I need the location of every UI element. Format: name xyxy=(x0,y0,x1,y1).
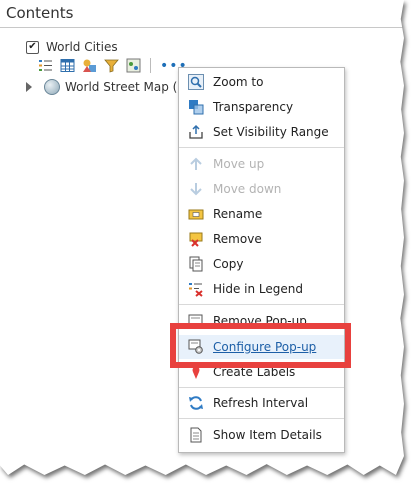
perform-analysis-icon[interactable] xyxy=(126,58,141,73)
change-style-icon[interactable] xyxy=(82,58,97,73)
menu-item-label: Show Item Details xyxy=(213,428,322,442)
remove-icon xyxy=(188,231,204,247)
layer-world-cities[interactable]: ✔ World Cities xyxy=(26,40,118,54)
menu-item-label: Move down xyxy=(213,182,282,196)
transparency-icon xyxy=(188,99,204,115)
menu-item-label: Remove xyxy=(213,232,262,246)
arrow-down-icon xyxy=(188,181,204,197)
menu-item-move-down[interactable]: Move down xyxy=(179,177,344,201)
menu-item-remove[interactable]: Remove xyxy=(179,227,344,251)
expand-caret-icon[interactable] xyxy=(26,82,32,92)
menu-item-label: Rename xyxy=(213,207,263,221)
menu-item-label: Set Visibility Range xyxy=(213,125,329,139)
layer-name[interactable]: World Cities xyxy=(46,40,118,54)
zoom-to-icon xyxy=(188,74,204,90)
menu-item-label: Move up xyxy=(213,157,265,171)
menu-item-move-up[interactable]: Move up xyxy=(179,152,344,176)
layer-world-street-map[interactable]: World Street Map ( xyxy=(26,79,177,95)
menu-item-rename[interactable]: Rename xyxy=(179,202,344,226)
basemap-globe-icon xyxy=(44,79,60,95)
sublayer-name[interactable]: World Street Map ( xyxy=(65,80,177,94)
highlight-callout-box xyxy=(170,323,351,368)
menu-item-label: Transparency xyxy=(213,100,294,114)
toolbar-divider xyxy=(150,58,151,73)
menu-divider xyxy=(179,387,344,388)
hide-legend-icon xyxy=(188,281,204,297)
refresh-icon xyxy=(188,395,204,411)
item-details-icon xyxy=(188,427,204,443)
menu-item-label: Hide in Legend xyxy=(213,282,304,296)
menu-item-transparency[interactable]: Transparency xyxy=(179,95,344,119)
menu-item-refresh-interval[interactable]: Refresh Interval xyxy=(179,391,344,415)
copy-icon xyxy=(188,256,204,272)
rename-icon xyxy=(188,206,204,222)
menu-divider xyxy=(179,304,344,305)
attribute-table-icon[interactable] xyxy=(60,58,75,73)
menu-item-zoom-to[interactable]: Zoom to xyxy=(179,70,344,94)
filter-icon[interactable] xyxy=(104,58,119,73)
menu-item-hide-in-legend[interactable]: Hide in Legend xyxy=(179,277,344,301)
panel-title: Contents xyxy=(6,4,74,22)
title-divider xyxy=(0,27,404,28)
menu-divider xyxy=(179,147,344,148)
menu-item-set-visibility-range[interactable]: Set Visibility Range xyxy=(179,120,344,144)
layer-visibility-checkbox[interactable]: ✔ xyxy=(26,40,39,54)
menu-item-label: Refresh Interval xyxy=(213,396,309,410)
menu-divider xyxy=(179,418,344,419)
layer-toolbar: ••• xyxy=(38,58,188,73)
menu-item-label: Zoom to xyxy=(213,75,264,89)
menu-item-copy[interactable]: Copy xyxy=(179,252,344,276)
show-legend-icon[interactable] xyxy=(38,58,53,73)
menu-item-label: Copy xyxy=(213,257,244,271)
menu-item-show-item-details[interactable]: Show Item Details xyxy=(179,423,344,447)
visibility-range-icon xyxy=(188,124,204,140)
layer-context-menu: Zoom to Transparency Set Visibility Rang… xyxy=(178,67,345,453)
arrow-up-icon xyxy=(188,156,204,172)
